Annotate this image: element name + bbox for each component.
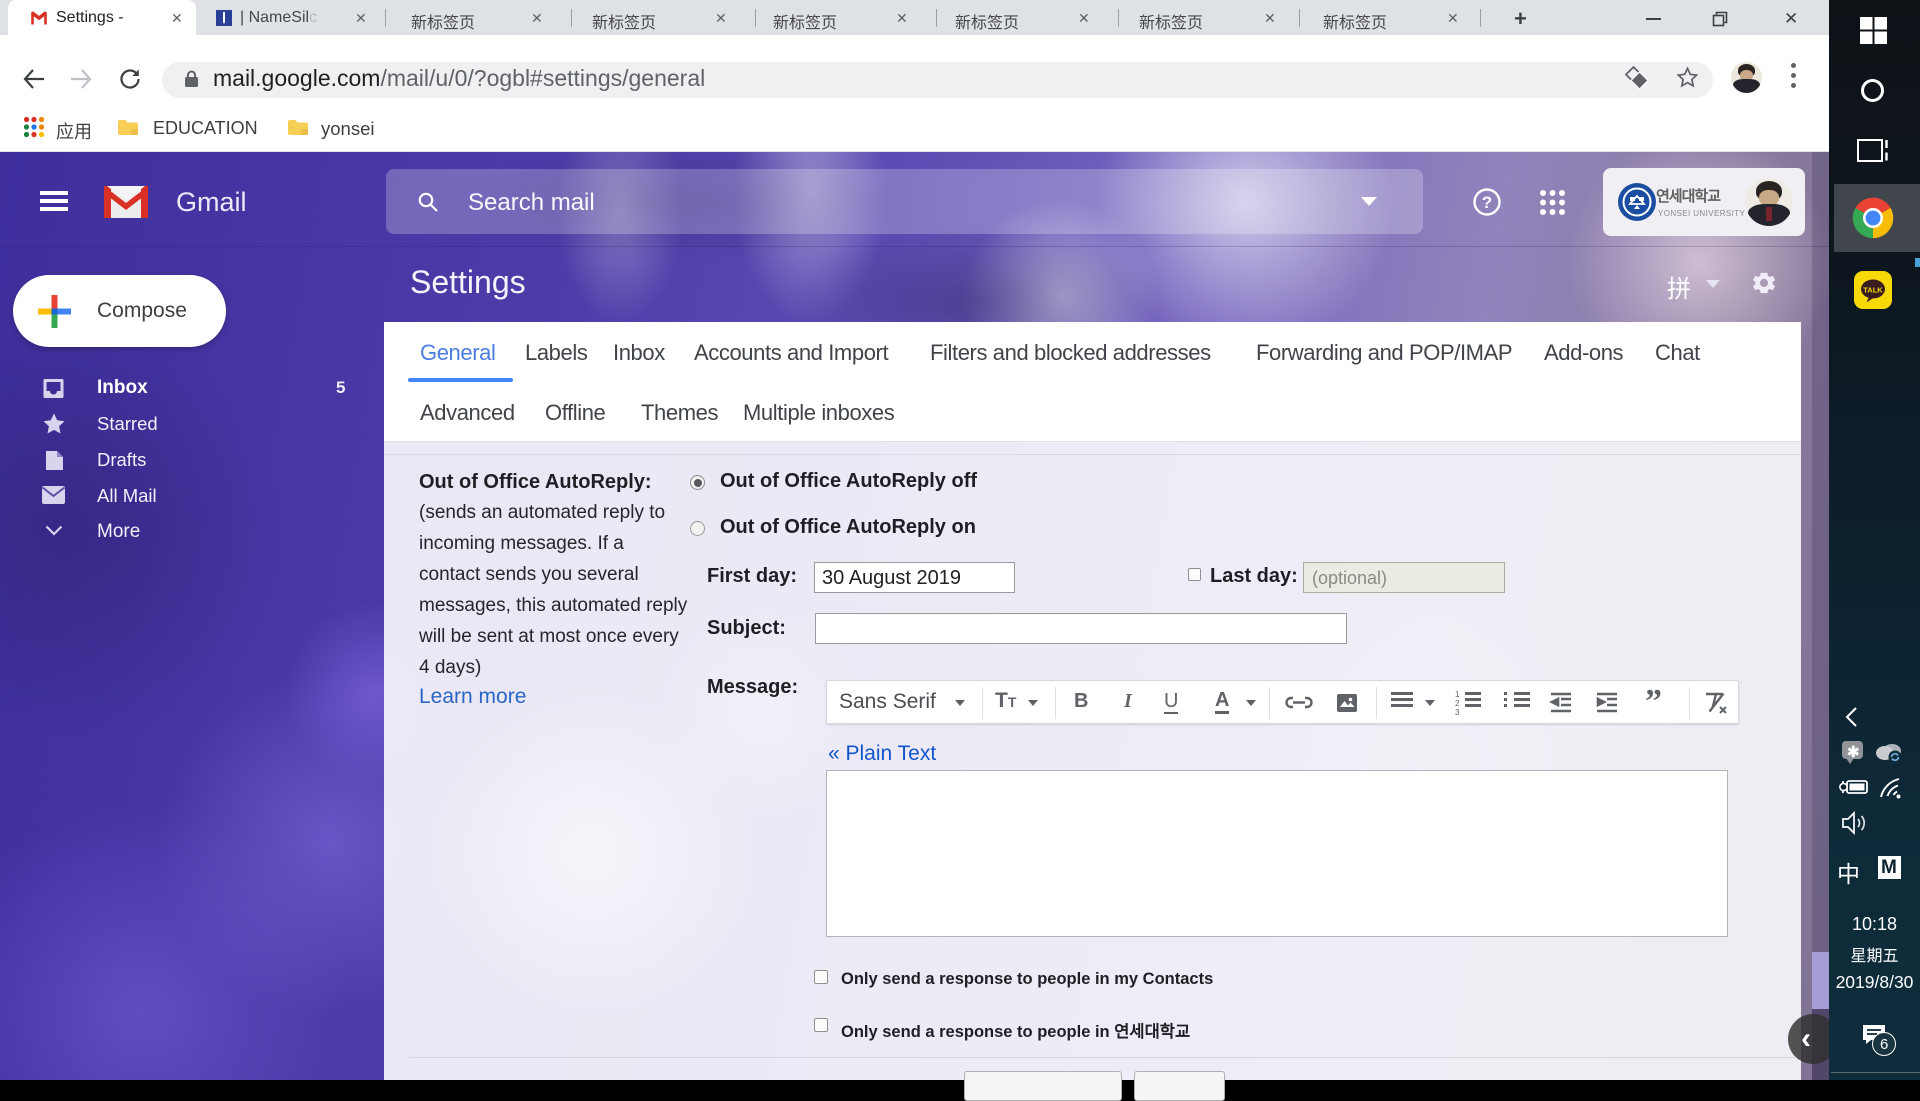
- svg-text:?: ?: [1482, 193, 1492, 212]
- svg-text:TALK: TALK: [1863, 286, 1883, 295]
